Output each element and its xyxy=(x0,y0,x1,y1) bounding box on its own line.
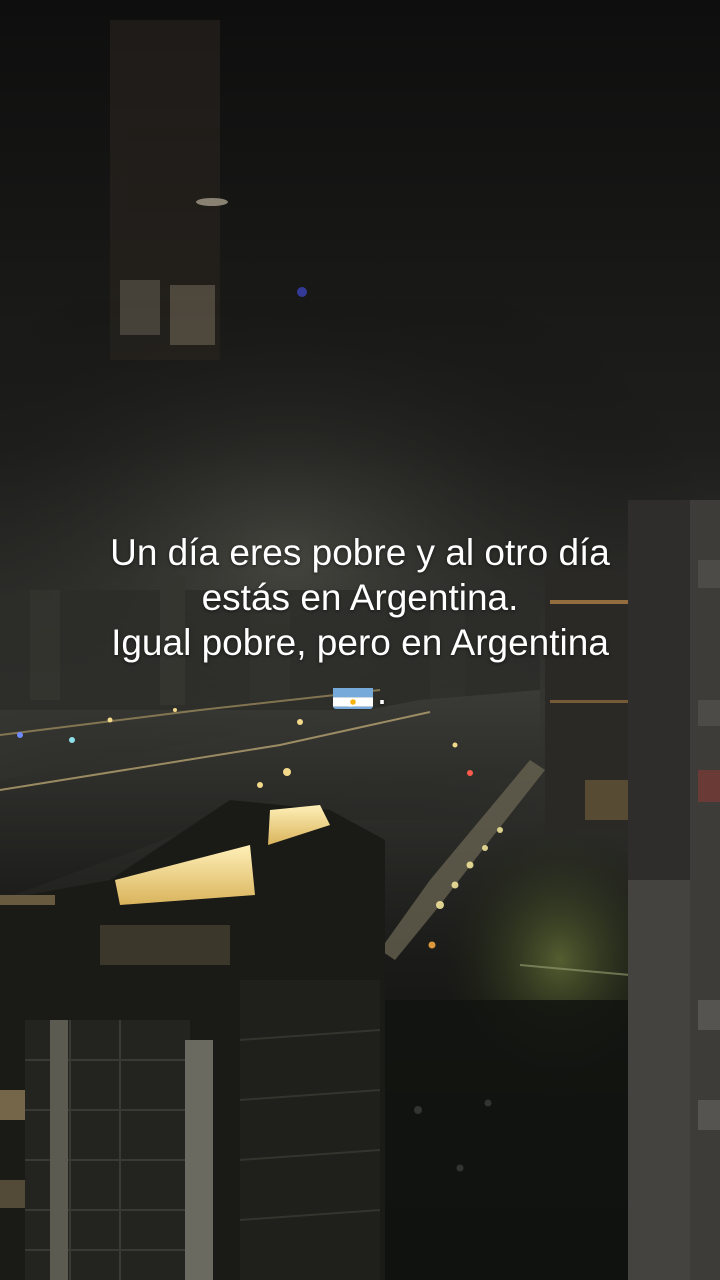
caption-line-2: estás en Argentina. xyxy=(201,577,519,619)
caption-line-3: Igual pobre, pero en Argentina xyxy=(111,622,609,664)
argentina-flag-icon xyxy=(332,681,373,709)
caption-flag-line: . xyxy=(20,669,700,714)
caption-line-1: Un día eres pobre y al otro día xyxy=(110,532,610,573)
caption-overlay: Un día eres pobre y al otro día estás en… xyxy=(20,530,700,715)
caption-trailing-dot: . xyxy=(376,671,388,713)
